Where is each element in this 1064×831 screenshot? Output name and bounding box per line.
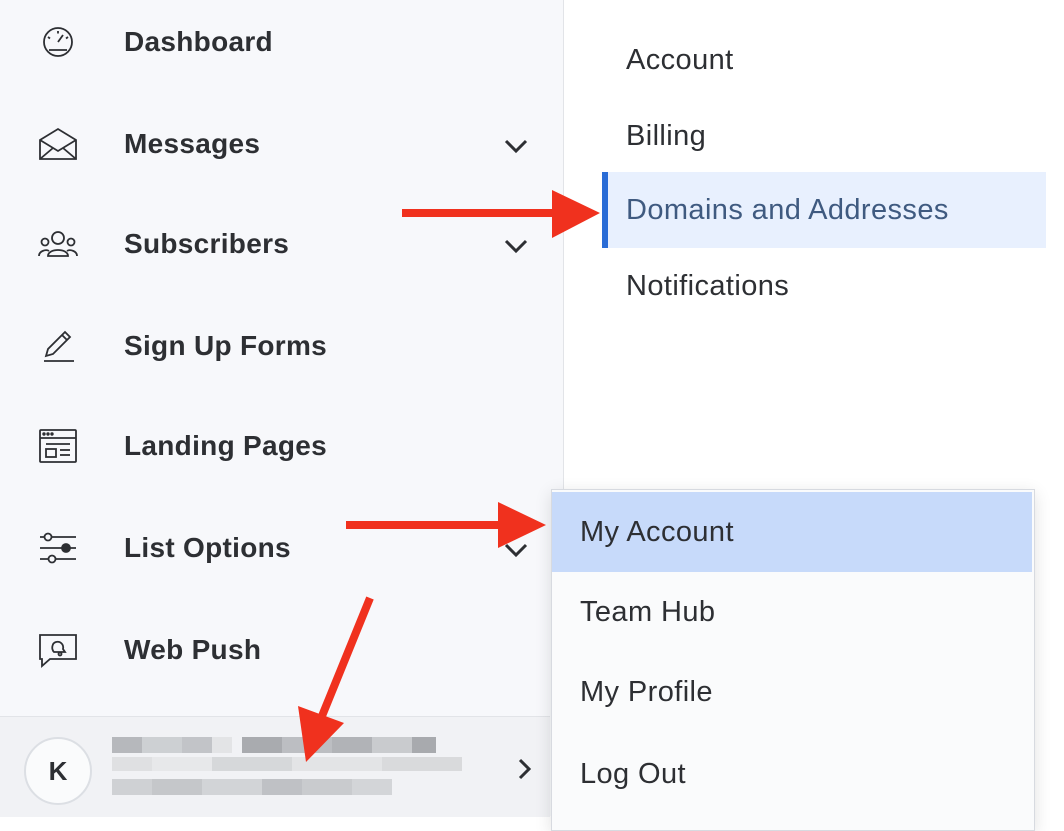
- sidebar-item-sign-up-forms[interactable]: Sign Up Forms: [0, 316, 564, 376]
- sidebar-item-label: Dashboard: [124, 26, 273, 57]
- envelope-icon: [36, 126, 80, 162]
- avatar: K: [24, 737, 92, 805]
- sidebar-item-label: Messages: [124, 128, 261, 159]
- sidebar-item-web-push[interactable]: Web Push: [0, 620, 564, 680]
- chevron-down-icon[interactable]: [500, 130, 532, 162]
- sidebar-item-label: Web Push: [124, 634, 262, 665]
- menu-item-my-account[interactable]: My Account: [552, 492, 1032, 572]
- settings-item-billing[interactable]: Billing: [602, 98, 1046, 174]
- settings-item-domains-and-addresses[interactable]: Domains and Addresses: [602, 172, 1046, 248]
- settings-item-account[interactable]: Account: [602, 22, 1046, 98]
- settings-nav: Account Billing Domains and Addresses No…: [565, 0, 1064, 480]
- chevron-down-icon[interactable]: [500, 534, 532, 566]
- user-account-row[interactable]: K: [0, 716, 550, 817]
- browser-window-icon: [36, 428, 80, 464]
- sidebar-item-list-options[interactable]: List Options: [0, 518, 564, 578]
- menu-item-my-profile[interactable]: My Profile: [552, 652, 1032, 732]
- sidebar-item-label: Sign Up Forms: [124, 330, 328, 361]
- chevron-down-icon[interactable]: [500, 230, 532, 262]
- chat-bell-icon: [36, 632, 80, 668]
- sliders-icon: [36, 530, 80, 566]
- settings-item-notifications[interactable]: Notifications: [602, 248, 1046, 324]
- sidebar-item-label: Subscribers: [124, 228, 290, 259]
- sidebar-item-subscribers[interactable]: Subscribers: [0, 214, 564, 274]
- sidebar: Dashboard Messages Subscribers Sign Up F…: [0, 0, 564, 817]
- redacted-user-name: [112, 737, 462, 795]
- account-menu: My Account Team Hub My Profile Log Out: [551, 489, 1035, 831]
- sidebar-item-messages[interactable]: Messages: [0, 114, 564, 174]
- pencil-icon: [36, 328, 80, 364]
- sidebar-item-dashboard[interactable]: Dashboard: [0, 12, 564, 72]
- chevron-right-icon[interactable]: [510, 755, 538, 783]
- dashboard-gauge-icon: [36, 24, 80, 60]
- sidebar-item-label: Landing Pages: [124, 430, 328, 461]
- users-icon: [36, 226, 80, 262]
- sidebar-item-landing-pages[interactable]: Landing Pages: [0, 416, 564, 476]
- menu-item-team-hub[interactable]: Team Hub: [552, 572, 1032, 652]
- menu-item-log-out[interactable]: Log Out: [552, 734, 1032, 814]
- sidebar-item-label: List Options: [124, 532, 291, 563]
